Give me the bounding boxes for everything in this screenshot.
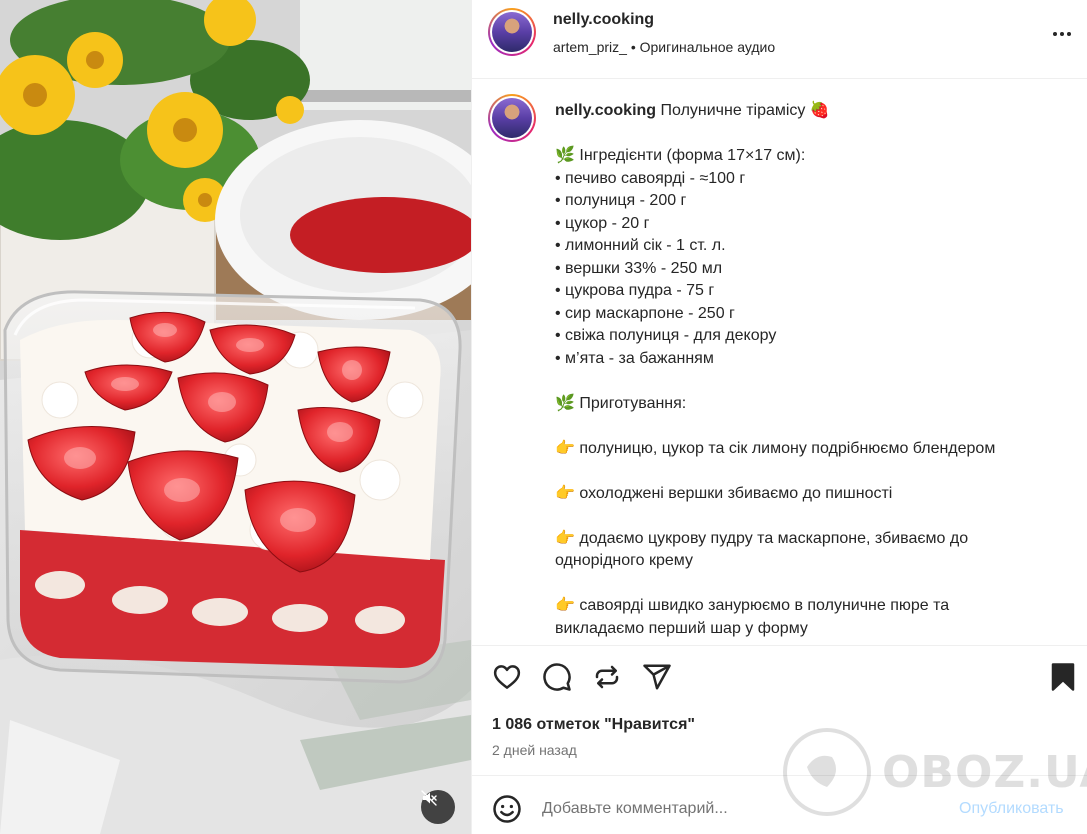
caption-line	[555, 573, 1075, 596]
comment-input[interactable]	[542, 794, 922, 824]
caption-line: 👉 савоярді швидко занурюємо в полуничне …	[555, 597, 950, 614]
comment-bar: Опубликовать	[472, 775, 1087, 834]
caption-line: • сир маскарпоне - 250 г	[555, 304, 735, 322]
caption-line	[555, 460, 1075, 483]
emoji-icon[interactable]	[492, 794, 522, 824]
caption-username[interactable]: nelly.cooking	[555, 102, 656, 119]
tiramisu-photo	[0, 0, 471, 834]
caption-line	[555, 415, 1075, 438]
comment-icon[interactable]	[542, 662, 572, 692]
more-dot	[1060, 32, 1064, 36]
caption-line	[555, 505, 1075, 528]
repost-icon[interactable]	[592, 662, 622, 692]
caption-line: • свіжа полуниця - для декору	[555, 327, 777, 344]
post-header: nelly.cooking artem_priz_ • Оригинальное…	[472, 0, 1087, 79]
caption-line: 🌿 Приготування:	[555, 394, 687, 412]
post-date[interactable]: 2 дней назад	[492, 742, 577, 758]
caption-line: 👉 охолоджені вершки збиваємо до пишності	[555, 484, 893, 502]
caption-line: викладаємо перший шар у форму	[555, 619, 808, 637]
heart-icon[interactable]	[492, 662, 522, 692]
author-username[interactable]: nelly.cooking	[553, 11, 654, 29]
avatar-image	[492, 98, 532, 138]
post-side-panel: nelly.cooking artem_priz_ • Оригинальное…	[471, 0, 1087, 834]
avatar-image	[492, 12, 532, 52]
caption-line: • цукрова пудра - 75 г	[555, 282, 715, 299]
caption-title: Полуничне тірамісу	[660, 102, 806, 119]
caption-line: • вершки 33% - 250 мл	[555, 259, 723, 277]
post-actions: 1 086 отметок "Нравится" 2 дней назад	[472, 645, 1087, 775]
post-media[interactable]	[0, 0, 471, 834]
audio-author[interactable]: artem_priz_	[553, 39, 627, 55]
audio-separator: •	[630, 39, 636, 55]
mute-button[interactable]	[421, 790, 455, 824]
caption-line: • м’ята - за бажанням	[555, 349, 714, 367]
more-dots-icon	[1053, 32, 1057, 36]
audio-info: artem_priz_ • Оригинальное аудио	[553, 39, 775, 55]
strawberry-emoji: 🍓	[809, 102, 830, 119]
caption-line: • лимонний сік - 1 ст. л.	[555, 237, 726, 254]
bookmark-icon[interactable]	[1048, 662, 1078, 692]
author-avatar[interactable]	[488, 8, 536, 56]
more-dot	[1067, 32, 1071, 36]
caption-line: • полуниця - 200 г	[555, 192, 687, 209]
caption-line: • цукор - 20 г	[555, 214, 650, 232]
likes-count[interactable]: 1 086 отметок "Нравится"	[492, 716, 695, 734]
caption-title-line: nelly.cooking Полуничне тірамісу 🍓	[555, 100, 1075, 123]
caption-line: 🌿 Інгредієнти (форма 17×17 см):	[555, 147, 806, 164]
caption-text: nelly.cooking Полуничне тірамісу 🍓 🌿 Інг…	[555, 100, 1075, 640]
caption-line: 👉 полуницю, цукор та сік лимону подрібню…	[555, 439, 996, 457]
audio-label[interactable]: Оригинальное аудио	[640, 39, 776, 55]
caption-line	[555, 370, 1075, 393]
send-icon[interactable]	[642, 662, 672, 692]
post-caption: nelly.cooking Полуничне тірамісу 🍓 🌿 Інг…	[472, 80, 1087, 645]
caption-line: • печиво савоярді - ≈100 г	[555, 169, 746, 187]
speaker-muted-icon	[421, 790, 437, 806]
caption-line: 👉 додаємо цукрову пудру та маскарпоне, з…	[555, 529, 969, 547]
publish-button[interactable]: Опубликовать	[959, 800, 1064, 818]
caption-avatar[interactable]	[488, 94, 536, 142]
more-options-button[interactable]	[1048, 22, 1076, 46]
caption-line: однорідного крему	[555, 552, 693, 569]
